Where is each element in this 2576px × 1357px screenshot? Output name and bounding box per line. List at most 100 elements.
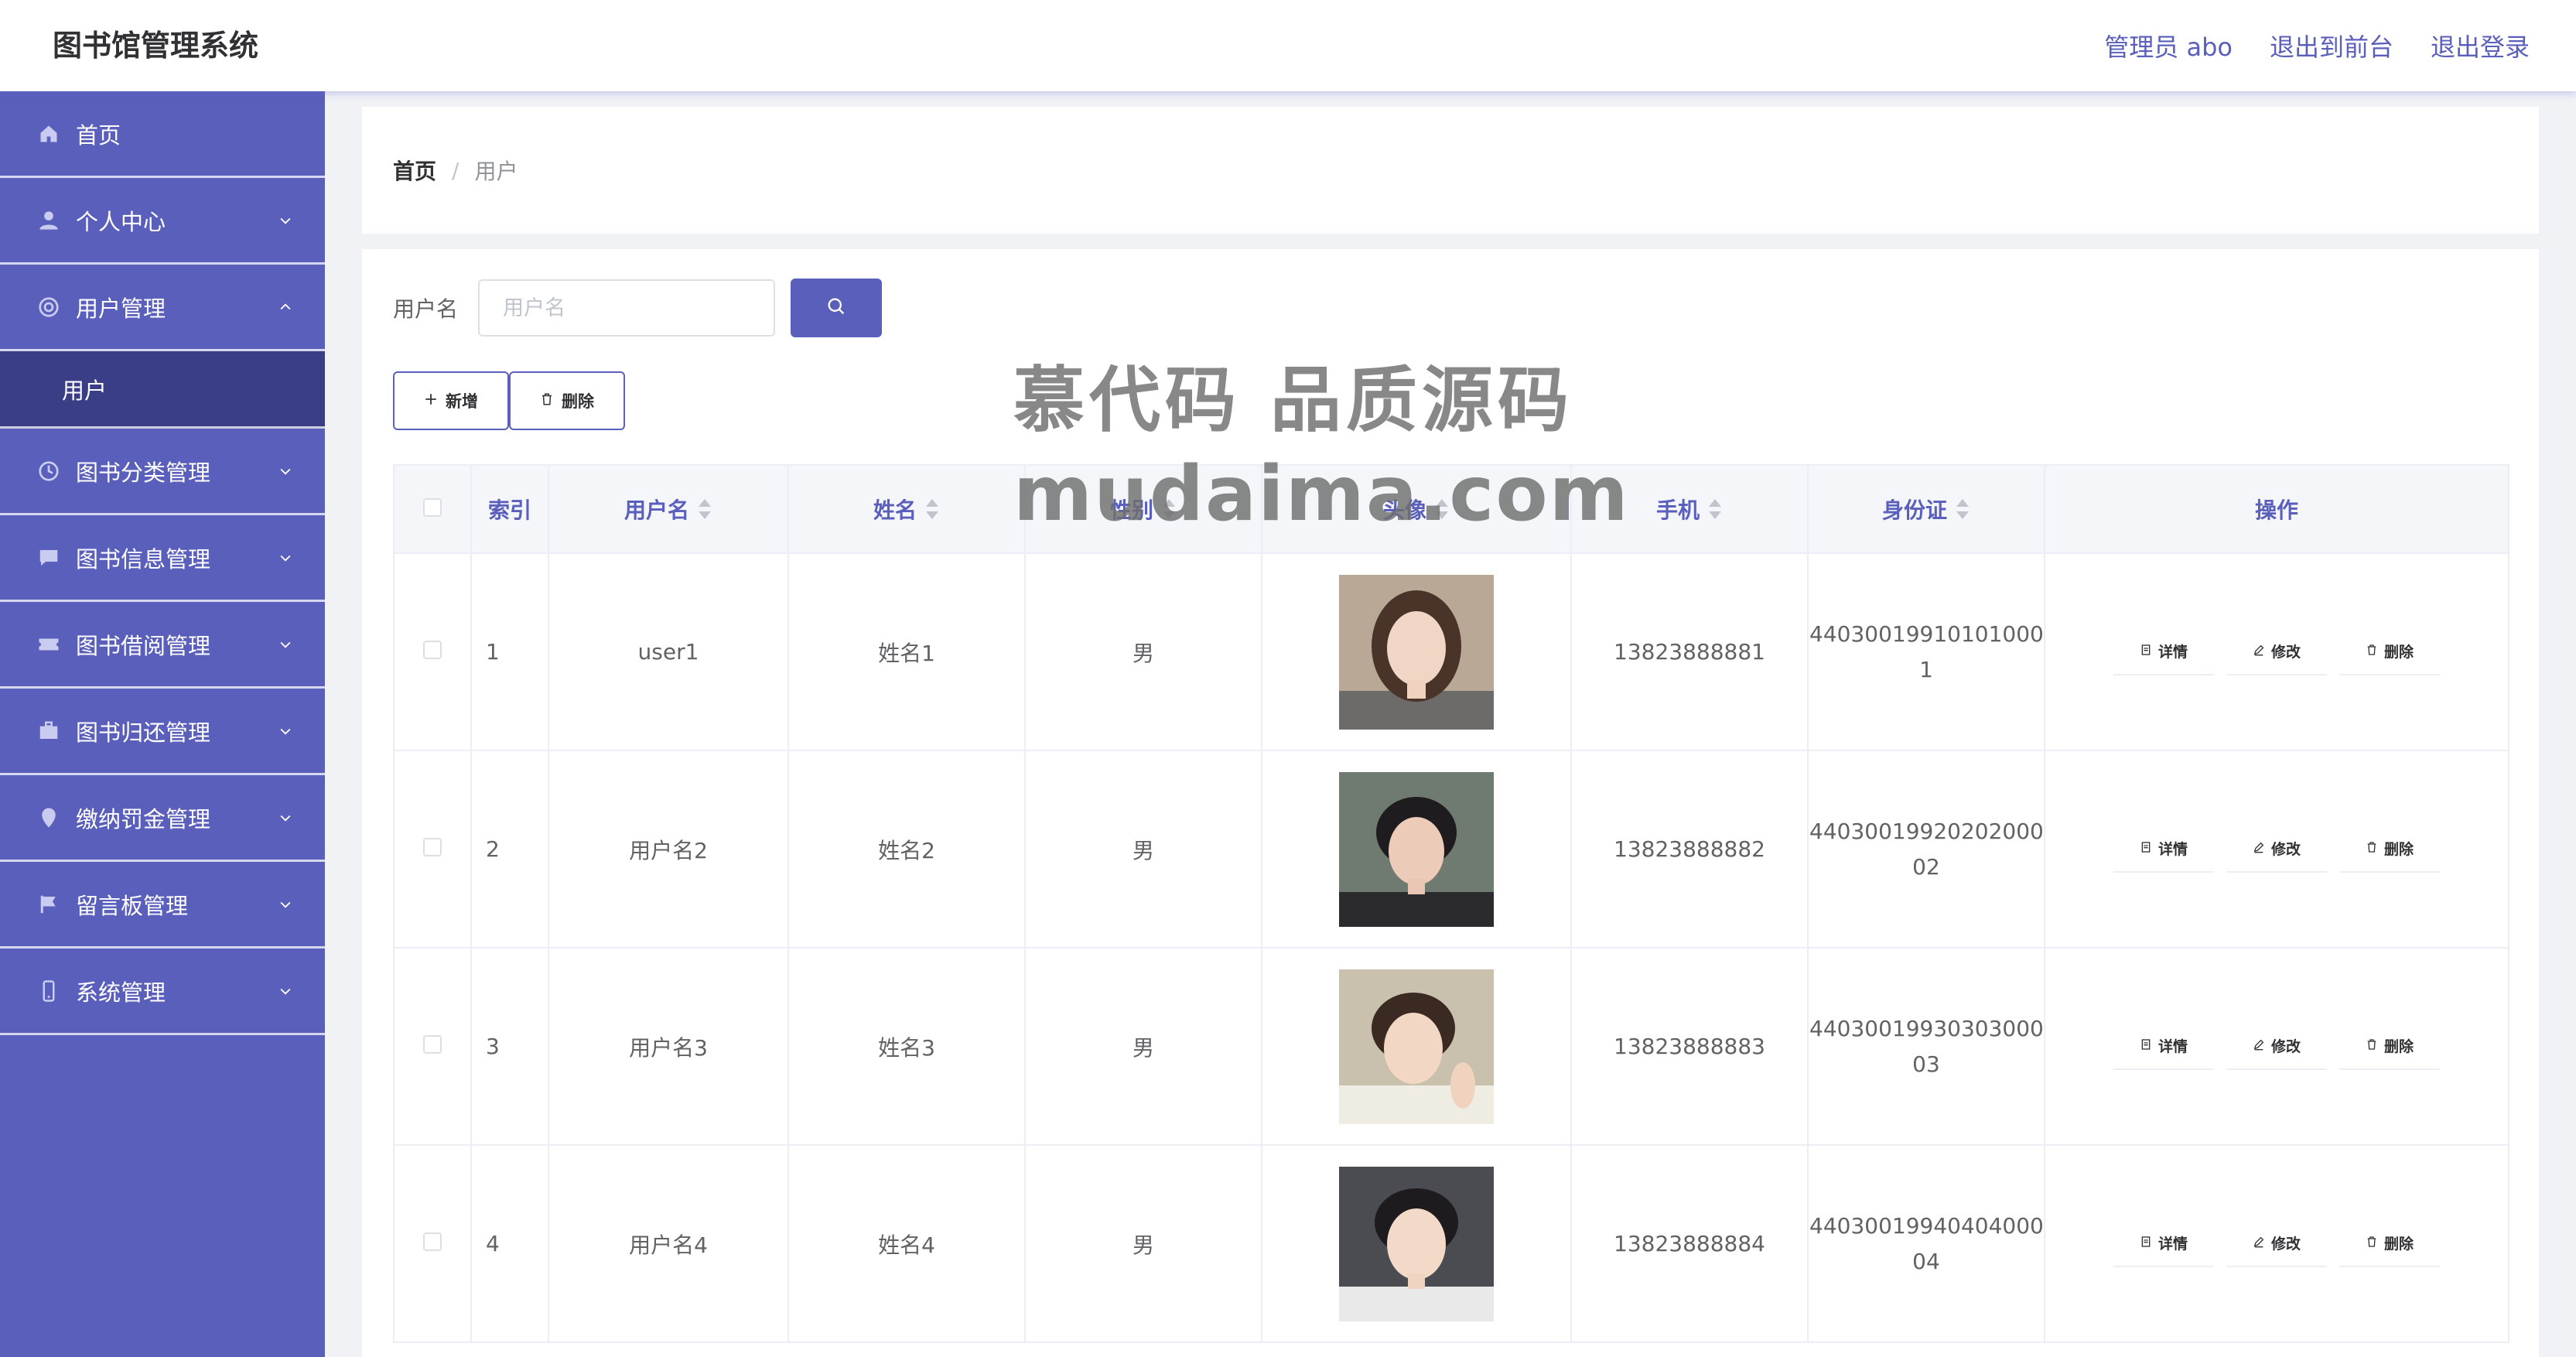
- bulk-delete-button[interactable]: 删除: [509, 371, 625, 430]
- sidebar-item-personal[interactable]: 个人中心: [0, 178, 325, 265]
- cell-actions: 详情 修改 删除: [2044, 750, 2509, 949]
- cell-avatar: [1261, 1144, 1572, 1343]
- cell-phone: 13823888884: [1570, 1144, 1809, 1343]
- select-all-checkbox[interactable]: [423, 497, 442, 517]
- sidebar-item-label: 缴纳罚金管理: [76, 805, 211, 832]
- cell-index: 1: [470, 552, 549, 751]
- edit-button[interactable]: 修改: [2226, 825, 2327, 873]
- detail-label: 详情: [2157, 1038, 2188, 1055]
- delete-button[interactable]: 删除: [2339, 1023, 2440, 1070]
- trash-icon: [540, 391, 554, 410]
- col-username[interactable]: 用户名: [548, 464, 789, 554]
- detail-button[interactable]: 详情: [2113, 1023, 2214, 1070]
- detail-icon: [2140, 643, 2152, 660]
- detail-button[interactable]: 详情: [2113, 628, 2214, 675]
- sort-icon[interactable]: [924, 498, 940, 525]
- location-pin-icon: [36, 805, 62, 831]
- delete-button[interactable]: 删除: [2339, 1220, 2440, 1267]
- breadcrumb-card: 首页 / 用户: [362, 107, 2539, 234]
- delete-button[interactable]: 删除: [2339, 628, 2440, 675]
- sort-icon[interactable]: [697, 498, 712, 525]
- admin-link[interactable]: 管理员 abo: [2104, 28, 2233, 63]
- delete-label: 删除: [2383, 1038, 2414, 1055]
- sort-icon[interactable]: [1161, 498, 1177, 525]
- sidebar-item-label: 图书归还管理: [76, 719, 211, 746]
- col-phone[interactable]: 手机: [1570, 464, 1809, 554]
- row-checkbox[interactable]: [423, 641, 442, 659]
- detail-icon: [2140, 1037, 2152, 1054]
- sidebar-item-fine[interactable]: 缴纳罚金管理: [0, 775, 325, 862]
- table-row: 2 用户名2 姓名2 男 13823888882 440300199202020…: [393, 750, 2509, 949]
- sidebar-item-label: 用户管理: [76, 295, 166, 322]
- detail-button[interactable]: 详情: [2113, 1220, 2214, 1267]
- delete-button[interactable]: 删除: [2339, 825, 2440, 873]
- col-phone-label: 手机: [1655, 497, 1700, 523]
- main-card: 用户名 新增 删除 索引: [362, 249, 2539, 1357]
- edit-button[interactable]: 修改: [2226, 628, 2327, 675]
- sidebar-item-label: 用户: [62, 377, 108, 404]
- chevron-down-icon: [275, 808, 296, 828]
- breadcrumb-home[interactable]: 首页: [393, 155, 436, 186]
- chevron-down-icon: [275, 721, 296, 741]
- cell-actions: 详情 修改 删除: [2044, 552, 2509, 751]
- col-gender[interactable]: 性别: [1024, 464, 1262, 554]
- sidebar-item-label: 首页: [76, 121, 121, 149]
- chevron-down-icon: [275, 981, 296, 1001]
- sidebar-item-book-info[interactable]: 图书信息管理: [0, 515, 325, 602]
- add-button[interactable]: 新增: [393, 371, 509, 430]
- add-button-label: 新增: [446, 392, 478, 411]
- idcard-line-1: 44030019930303000: [1809, 1015, 2044, 1041]
- breadcrumb: 首页 / 用户: [393, 107, 518, 234]
- sort-icon[interactable]: [1955, 498, 1970, 525]
- col-name[interactable]: 姓名: [787, 464, 1026, 554]
- sort-icon[interactable]: [1707, 498, 1723, 525]
- detail-icon: [2140, 840, 2152, 857]
- sidebar-item-users[interactable]: 用户: [0, 351, 325, 429]
- cell-gender: 男: [1024, 1144, 1262, 1343]
- col-idcard[interactable]: 身份证: [1807, 464, 2045, 554]
- cell-avatar: [1261, 947, 1572, 1146]
- cell-name: 姓名4: [787, 1144, 1026, 1343]
- sidebar-item-book-category[interactable]: 图书分类管理: [0, 429, 325, 515]
- cell-actions: 详情 修改 删除: [2044, 947, 2509, 1146]
- sidebar-item-label: 图书分类管理: [76, 459, 211, 486]
- detail-label: 详情: [2157, 1236, 2188, 1253]
- col-idcard-label: 身份证: [1881, 497, 1947, 523]
- lifebuoy-icon: [36, 294, 62, 320]
- sidebar-item-return[interactable]: 图书归还管理: [0, 689, 325, 775]
- detail-icon: [2140, 1235, 2152, 1252]
- front-link[interactable]: 退出到前台: [2270, 28, 2393, 63]
- cell-gender: 男: [1024, 947, 1262, 1146]
- sidebar-item-home[interactable]: 首页: [0, 91, 325, 178]
- detail-button[interactable]: 详情: [2113, 825, 2214, 873]
- sidebar-item-borrow[interactable]: 图书借阅管理: [0, 602, 325, 689]
- edit-button[interactable]: 修改: [2226, 1023, 2327, 1070]
- search-input[interactable]: [478, 279, 776, 337]
- cell-idcard: 44030019930303000 03: [1807, 947, 2045, 1146]
- search-button[interactable]: [791, 279, 883, 337]
- sidebar-item-user-mgmt[interactable]: 用户管理: [0, 265, 325, 351]
- logout-link[interactable]: 退出登录: [2431, 28, 2530, 63]
- row-checkbox[interactable]: [423, 838, 442, 856]
- col-actions: 操作: [2044, 464, 2509, 554]
- col-index: 索引: [470, 464, 549, 554]
- sidebar-item-system[interactable]: 系统管理: [0, 949, 325, 1035]
- row-checkbox[interactable]: [423, 1035, 442, 1054]
- avatar: [1339, 1166, 1494, 1321]
- sidebar-item-guestbook[interactable]: 留言板管理: [0, 862, 325, 949]
- search-row: 用户名: [393, 279, 883, 337]
- col-avatar[interactable]: 头像: [1261, 464, 1572, 554]
- edit-icon: [2253, 840, 2265, 857]
- sidebar-item-label: 图书信息管理: [76, 545, 211, 573]
- row-checkbox[interactable]: [423, 1232, 442, 1251]
- chevron-down-icon: [275, 548, 296, 568]
- edit-button[interactable]: 修改: [2226, 1220, 2327, 1267]
- sort-icon[interactable]: [1434, 498, 1450, 525]
- ticket-icon: [36, 631, 62, 658]
- chevron-down-icon: [275, 210, 296, 231]
- home-icon: [36, 121, 62, 147]
- idcard-line-1: 44030019910101000: [1809, 620, 2044, 647]
- chevron-down-icon: [275, 461, 296, 481]
- row-select-cell: [393, 750, 472, 949]
- table-row: 1 user1 姓名1 男 13823888881 44030019910101…: [393, 552, 2509, 751]
